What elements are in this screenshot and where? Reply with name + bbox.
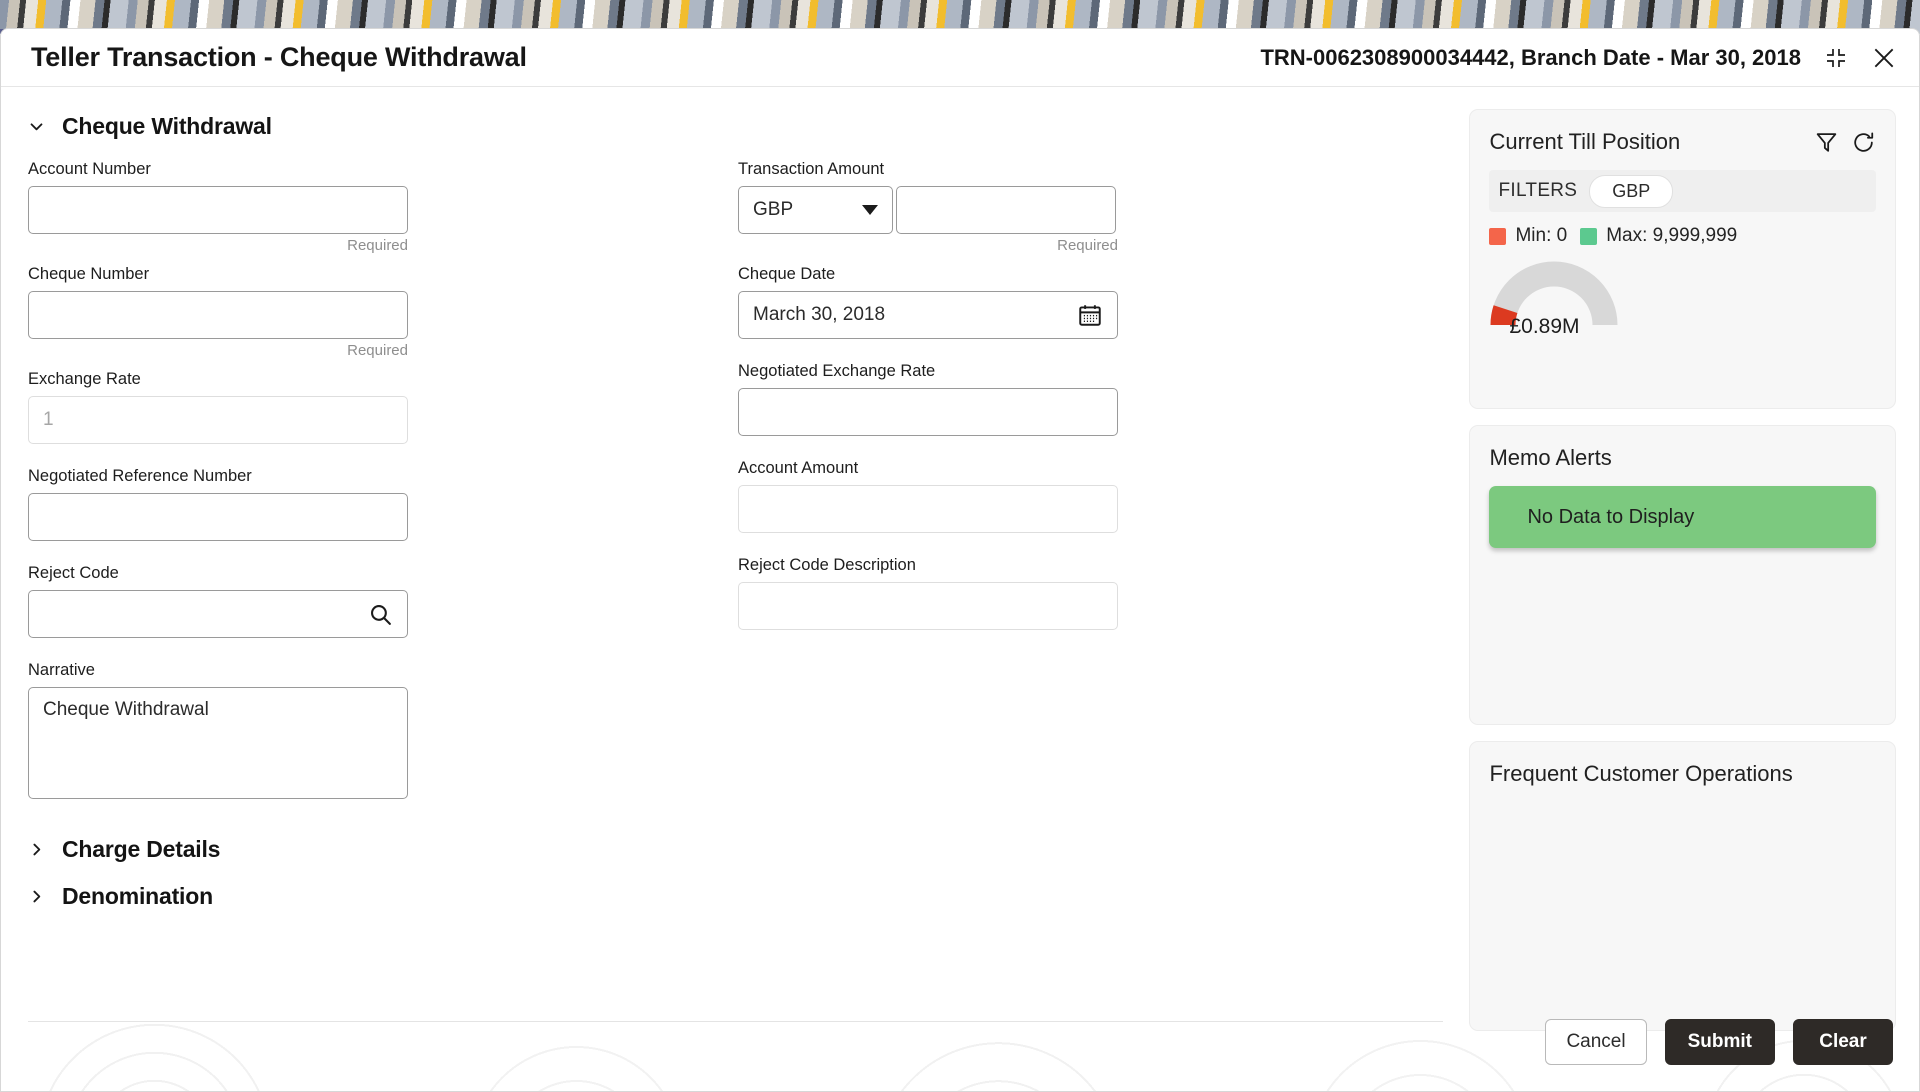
modal-titlebar: Teller Transaction - Cheque Withdrawal T… [1,29,1919,87]
field-reject-code-description: Reject Code Description [738,555,1118,630]
account-amount-input[interactable] [738,485,1118,533]
field-cheque-number: Cheque Number Required [28,264,408,367]
cheque-number-label: Cheque Number [28,265,150,283]
chevron-right-icon [28,888,45,905]
teller-transaction-modal: Teller Transaction - Cheque Withdrawal T… [0,28,1920,1092]
account-amount-label: Account Amount [738,459,859,477]
field-negotiated-reference-number: Negotiated Reference Number [28,466,408,541]
exchange-rate-input[interactable]: 1 [28,396,408,444]
titlebar-actions: TRN-0062308900034442, Branch Date - Mar … [1260,45,1897,71]
calendar-icon[interactable] [1077,302,1103,328]
section-title: Cheque Withdrawal [62,112,272,139]
search-icon[interactable] [368,602,393,627]
till-position-gauge: £0.89M [1489,253,1876,345]
narrative-label: Narrative [28,661,95,679]
field-narrative: Narrative [28,660,408,804]
chevron-down-icon [28,118,45,135]
transaction-amount-label: Transaction Amount [738,160,885,178]
close-icon[interactable] [1871,45,1897,71]
filter-icon[interactable] [1814,130,1839,155]
chevron-down-icon [862,205,878,215]
negotiated-exchange-rate-label: Negotiated Exchange Rate [738,362,936,380]
reject-code-label: Reject Code [28,564,119,582]
current-till-position-card: Current Till Position FILTERS GBP Min: 0… [1469,109,1896,409]
form-column-middle: Transaction Amount GBP Required Cheque D… [738,159,1118,915]
cheque-date-value: March 30, 2018 [753,304,886,325]
refresh-icon[interactable] [1851,130,1876,155]
till-card-title: Current Till Position [1489,129,1681,154]
frequent-customer-operations-card: Frequent Customer Operations [1469,741,1896,1031]
memo-alerts-empty-banner[interactable]: No Data to Display [1489,486,1876,548]
legend-swatch-min [1489,227,1507,245]
legend-swatch-max [1580,227,1598,245]
transaction-reference: TRN-0062308900034442, Branch Date - Mar … [1260,44,1801,70]
cheque-number-input[interactable] [28,291,408,339]
cancel-button[interactable]: Cancel [1545,1019,1647,1065]
currency-filter-chip[interactable]: GBP [1589,174,1674,208]
field-negotiated-exchange-rate: Negotiated Exchange Rate [738,361,1118,436]
form-divider [28,1021,1444,1022]
form-pane: Cheque Withdrawal Account Number Require… [1,87,1469,1091]
gauge-legend: Min: 0 Max: 9,999,999 [1489,225,1876,247]
section-header-denomination[interactable]: Denomination [28,877,408,915]
cheque-number-helper: Required [347,342,408,359]
form-column-left: Account Number Required Cheque Number Re… [28,159,408,915]
action-bar: Cancel Submit Clear [1545,1019,1893,1065]
chevron-right-icon [28,841,45,858]
transaction-amount-helper: Required [1057,237,1118,254]
field-account-amount: Account Amount [738,458,1118,533]
account-number-input[interactable] [28,186,408,234]
memo-alerts-card: Memo Alerts No Data to Display [1469,425,1896,725]
negotiated-reference-number-label: Negotiated Reference Number [28,467,252,485]
currency-select[interactable]: GBP [738,186,893,234]
negotiated-exchange-rate-input[interactable] [738,388,1118,436]
legend-item-min: Min: 0 [1489,225,1567,247]
page-title: Teller Transaction - Cheque Withdrawal [31,42,527,72]
modal-body: Cheque Withdrawal Account Number Require… [1,87,1919,1091]
field-transaction-amount: Transaction Amount GBP Required [738,159,1118,262]
transaction-amount-input[interactable] [896,186,1116,234]
till-filters-bar: FILTERS GBP [1489,170,1876,212]
cheque-date-label: Cheque Date [738,265,836,283]
section-header-cheque-withdrawal[interactable]: Cheque Withdrawal [28,107,1439,145]
submit-button[interactable]: Submit [1664,1019,1775,1065]
denomination-title: Denomination [62,882,213,909]
till-card-icons [1814,130,1876,155]
narrative-textarea[interactable] [28,687,408,799]
gauge-value-label: £0.89M [1509,315,1580,338]
currency-select-value: GBP [753,199,794,220]
sidebar-pane: Current Till Position FILTERS GBP Min: 0… [1469,87,1919,1091]
reject-code-description-input[interactable] [738,582,1118,630]
collapsed-subsections: Charge Details Denomination [28,830,408,915]
exchange-rate-placeholder: 1 [43,409,54,430]
field-exchange-rate: Exchange Rate 1 [28,369,408,444]
memo-alerts-title: Memo Alerts [1489,445,1612,470]
charge-details-title: Charge Details [62,835,221,862]
negotiated-reference-number-input[interactable] [28,493,408,541]
account-number-label: Account Number [28,160,151,178]
field-reject-code: Reject Code [28,563,408,638]
reject-code-input[interactable] [28,590,408,638]
legend-label-min: Min: 0 [1515,225,1568,246]
field-grid: Account Number Required Cheque Number Re… [28,159,1439,915]
reject-code-description-label: Reject Code Description [738,556,916,574]
transaction-amount-row: GBP [738,186,1118,234]
filters-label: FILTERS [1498,180,1578,201]
restore-down-icon[interactable] [1823,45,1849,71]
clear-button[interactable]: Clear [1793,1019,1893,1065]
legend-item-max: Max: 9,999,999 [1580,225,1737,247]
cheque-date-input[interactable]: March 30, 2018 [738,291,1118,339]
field-account-number: Account Number Required [28,159,408,262]
account-number-helper: Required [347,237,408,254]
legend-label-max: Max: 9,999,999 [1606,225,1738,246]
section-header-charge-details[interactable]: Charge Details [28,830,408,868]
exchange-rate-label: Exchange Rate [28,370,141,388]
till-card-header: Current Till Position [1489,128,1876,156]
frequent-customer-operations-title: Frequent Customer Operations [1489,761,1793,786]
field-cheque-date: Cheque Date March 30, 2018 [738,264,1118,339]
